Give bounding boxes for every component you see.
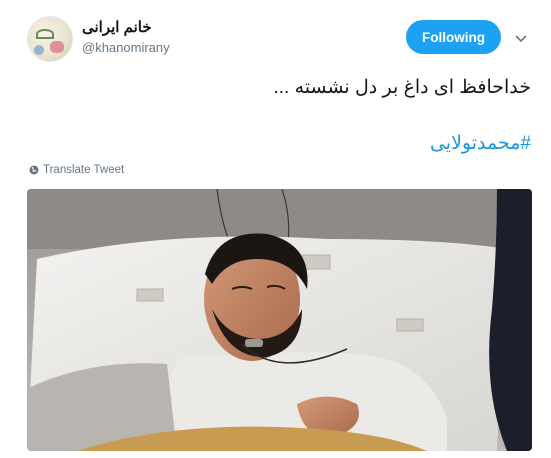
globe-icon [29,165,39,175]
display-name[interactable]: خانم ایرانی [82,18,152,36]
tweet-text: خداحافظ ای داغ بر دل نشسته ... [273,77,531,98]
user-handle[interactable]: @khanomirany [82,40,170,55]
following-button[interactable]: Following [406,20,501,54]
chevron-down-icon[interactable] [514,32,528,46]
hashtag-link[interactable]: #محمدتولایی [430,132,531,155]
translate-label: Translate Tweet [43,164,125,176]
avatar[interactable] [27,16,73,62]
translate-tweet-link[interactable]: Translate Tweet [29,164,124,176]
tweet-photo[interactable] [27,189,532,451]
